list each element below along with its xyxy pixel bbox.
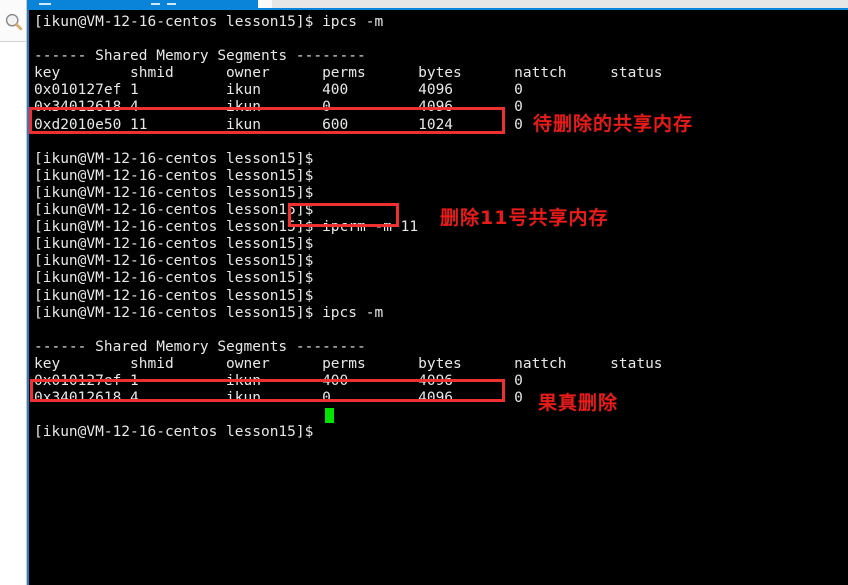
annotation-delete-command: 删除11号共享内存	[440, 207, 609, 229]
terminal-line: ------ Shared Memory Segments --------	[34, 338, 366, 355]
highlight-box-pending-segment	[29, 107, 505, 134]
screenshot-root: [ikun@VM-12-16-centos lesson15]$ ipcs -m…	[0, 0, 848, 585]
highlight-box-removed-row	[30, 379, 505, 402]
sidebar-search-panel[interactable]	[0, 0, 26, 42]
terminal-window[interactable]: [ikun@VM-12-16-centos lesson15]$ ipcs -m…	[27, 10, 848, 585]
terminal-line: [ikun@VM-12-16-centos lesson15]$	[34, 150, 314, 167]
terminal-line: [ikun@VM-12-16-centos lesson15]$ ipcs -m	[34, 304, 384, 321]
terminal-line: key shmid owner perms bytes nattch statu…	[34, 355, 663, 372]
left-sidebar	[0, 0, 27, 585]
terminal-line: [ikun@VM-12-16-centos lesson15]$	[34, 167, 314, 184]
terminal-line: ------ Shared Memory Segments --------	[34, 48, 366, 65]
terminal-line: 0x010127ef 1 ikun 400 4096 0	[34, 82, 523, 99]
terminal-line: [ikun@VM-12-16-centos lesson15]$	[34, 253, 314, 270]
terminal-line: [ikun@VM-12-16-centos lesson15]$ ipcs -m	[34, 14, 384, 30]
terminal-line: key shmid owner perms bytes nattch statu…	[34, 65, 663, 82]
terminal-line: [ikun@VM-12-16-centos lesson15]$	[34, 424, 314, 441]
window-top-strip	[27, 0, 848, 10]
annotation-pending-segment: 待删除的共享内存	[533, 113, 694, 135]
terminal-cursor	[325, 408, 334, 423]
annotation-removed-confirm: 果真删除	[538, 392, 619, 414]
minimize-mark	[39, 3, 51, 5]
highlight-box-ipcrm-command	[288, 203, 399, 227]
terminal-line: [ikun@VM-12-16-centos lesson15]$	[34, 236, 314, 253]
restore-mark-left	[151, 3, 160, 5]
restore-mark-right	[167, 3, 176, 5]
terminal-line: [ikun@VM-12-16-centos lesson15]$	[34, 270, 314, 287]
terminal-line: [ikun@VM-12-16-centos lesson15]$	[34, 184, 314, 201]
terminal-line: [ikun@VM-12-16-centos lesson15]$	[34, 287, 314, 304]
search-icon[interactable]	[4, 12, 24, 32]
